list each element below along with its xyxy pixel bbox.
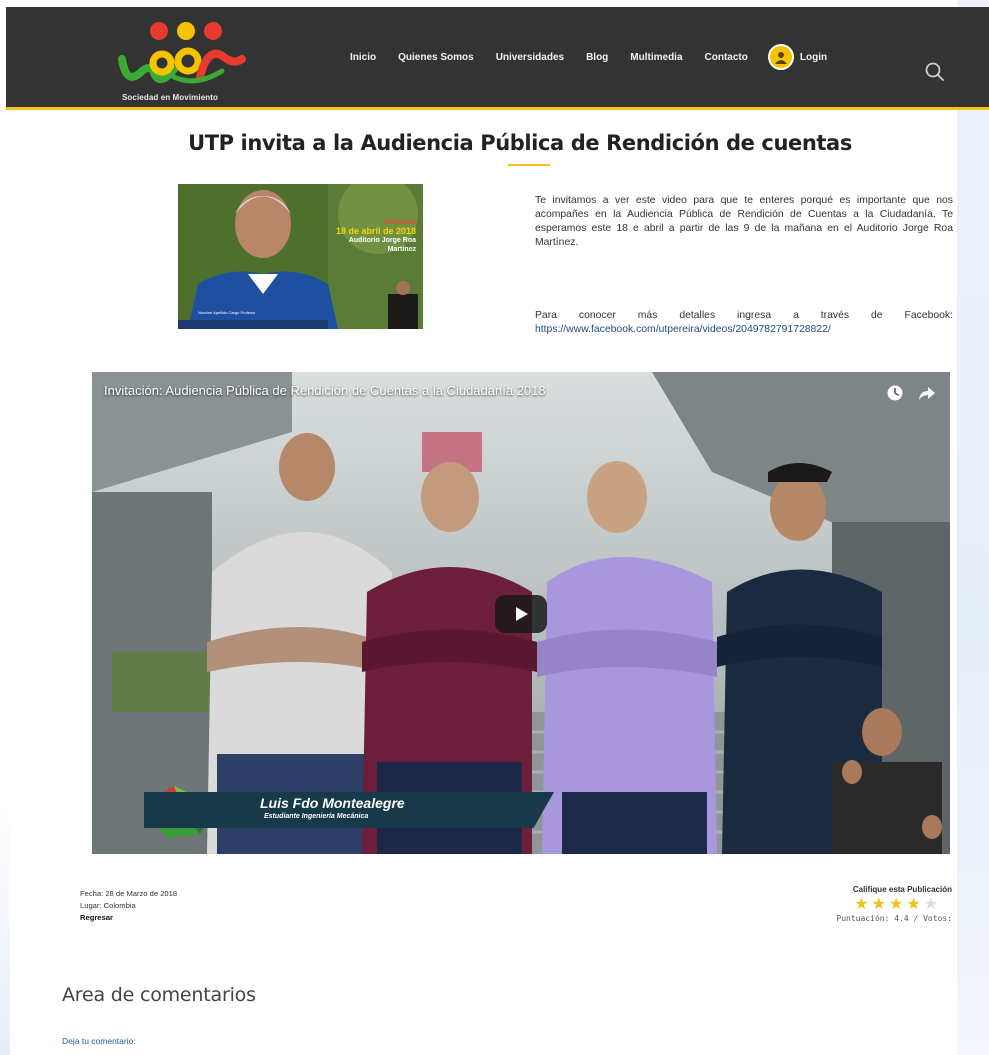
login-button[interactable]: Login [767,44,828,70]
search-icon[interactable] [924,61,946,83]
nav-item-blog[interactable]: Blog [586,52,608,63]
rating-stars: ★ ★ ★ ★ ★ [795,896,938,913]
thumbnail-overlay-line3: Auditorio Jorge Roa Martínez [348,237,416,253]
article-place: Lugar: Colombia [80,901,136,910]
lower-third-role: Estudiante Ingeniería Mecánica [264,813,369,820]
rating-widget: Califique esta Publicación ★ ★ ★ ★ ★ Puntuac… [795,885,952,923]
decorative-edge-left [0,800,10,1055]
main-nav: Inicio Quienes Somos Universidades Blog … [350,44,827,70]
article-thumbnail: Invitación 18 de abril de 2018 Auditorio… [178,184,423,329]
logo-graphic [118,22,246,84]
nav-item-quienes-somos[interactable]: Quienes Somos [398,52,474,63]
title-underline [508,164,550,166]
page-title: UTP invita a la Audiencia Pública de Ren… [188,131,852,155]
facebook-paragraph: Para conocer más detalles ingresa a trav… [535,309,953,337]
logo-tagline: Sociedad en Movimiento [122,93,218,102]
decorative-edge [957,0,989,1055]
user-icon [767,44,794,70]
article-meta: Fecha: 28 de Marzo de 2018 Lugar: Colomb… [80,888,177,924]
star-icon[interactable]: ★ [906,896,920,913]
intro-paragraph: Te invitamos a ver este video para que t… [535,195,953,248]
video-player[interactable]: Invitación: Audiencia Pública de Rendici… [92,372,950,854]
video-title: Invitación: Audiencia Pública de Rendici… [104,383,546,398]
facebook-link[interactable]: https://www.facebook.com/utpereira/video… [535,324,831,335]
play-icon [516,607,528,621]
nav-item-universidades[interactable]: Universidades [496,52,564,63]
star-icon[interactable]: ★ [889,896,903,913]
video-controls-top [886,384,936,402]
share-icon[interactable] [918,384,936,402]
leave-comment-link[interactable]: Deja tu comentario: [62,1036,136,1046]
back-link[interactable]: Regresar [80,912,177,924]
thumbnail-overlay-text: Invitación 18 de abril de 2018 Auditorio… [330,218,416,254]
watch-later-icon[interactable] [886,384,904,402]
thumbnail-image [178,184,423,329]
nav-item-contacto[interactable]: Contacto [705,52,748,63]
thumbnail-caption: Nombre Apellido Cargo Profesor [198,310,256,315]
facebook-text: Para conocer más detalles ingresa a trav… [535,310,953,321]
nav-item-inicio[interactable]: Inicio [350,52,376,63]
thumbnail-overlay-date: 18 de abril de 2018 [335,226,416,236]
article-intro: Te invitamos a ver este video para que t… [535,194,953,250]
site-logo[interactable] [112,15,252,103]
site-header: Sociedad en Movimiento Inicio Quienes So… [6,7,989,110]
nav-item-multimedia[interactable]: Multimedia [630,52,682,63]
rating-score: Puntuación: 4.4 / Votos: [836,914,952,923]
star-icon[interactable]: ★ [872,896,886,913]
star-icon[interactable]: ★ [854,896,868,913]
star-icon[interactable]: ★ [924,896,938,913]
play-button[interactable] [495,595,547,633]
lower-third-name: Luis Fdo Montealegre [260,795,405,811]
rating-title: Califique esta Publicación [852,885,952,894]
article-date: Fecha: 28 de Marzo de 2018 [80,889,178,898]
comments-title: Area de comentarios [62,984,256,1006]
login-label: Login [799,51,828,63]
